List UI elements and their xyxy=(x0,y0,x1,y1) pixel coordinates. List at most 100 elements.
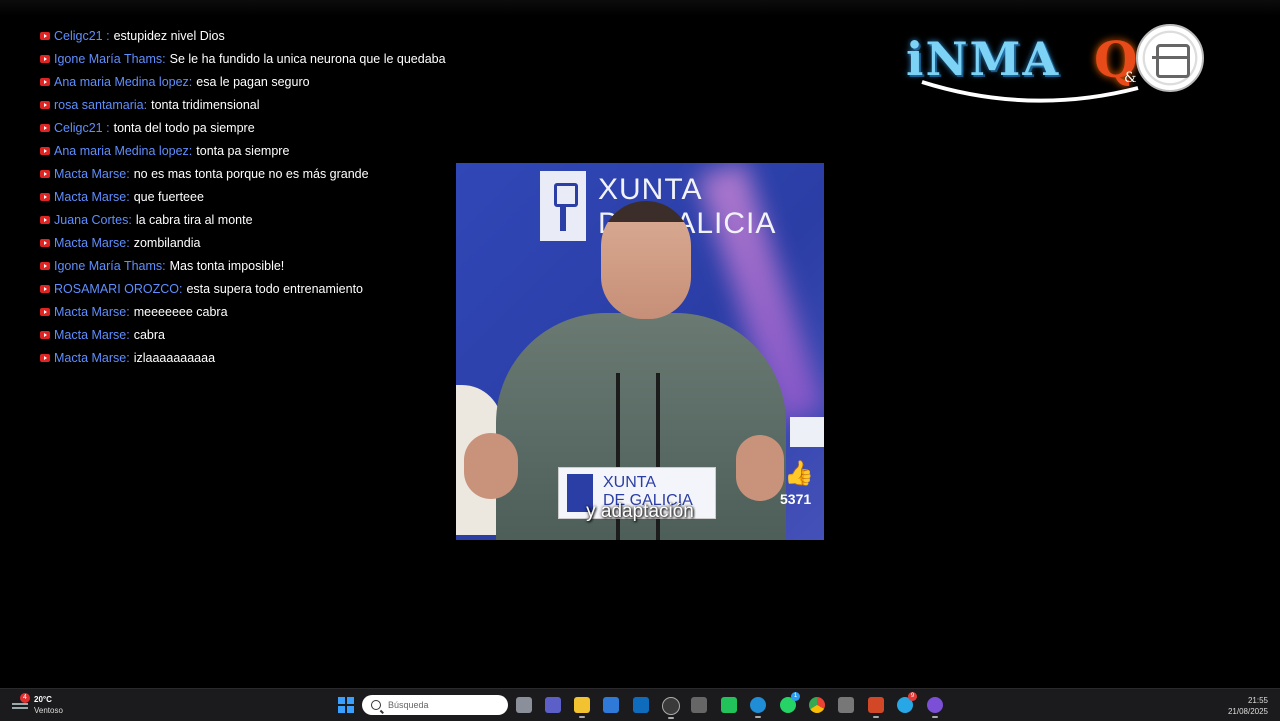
app-cube-icon[interactable] xyxy=(691,697,707,713)
chat-text: estupidez nivel Dios xyxy=(113,28,225,43)
window-top-edge xyxy=(0,0,1280,16)
chat-message: Juana Cortes: la cabra tira al monte xyxy=(40,208,460,231)
xunta-emblem-icon xyxy=(540,171,586,241)
chat-text: cabra xyxy=(133,327,165,342)
chat-message: Macta Marse: no es mas tonta porque no es… xyxy=(40,162,460,185)
search-placeholder: Búsqueda xyxy=(388,700,429,710)
chat-message: Macta Marse: izlaaaaaaaaaa xyxy=(40,346,460,369)
chat-message: Ana maria Medina lopez: esa le pagan segu… xyxy=(40,70,460,93)
chat-author: Juana Cortes: xyxy=(54,212,132,227)
powerpoint-icon[interactable] xyxy=(868,697,884,718)
weather-temp: 20°C xyxy=(34,695,52,704)
telegram-badge: 9 xyxy=(908,692,917,701)
chat-author: Macta Marse: xyxy=(54,304,130,319)
whatsapp-icon[interactable]: 1 xyxy=(780,692,800,713)
youtube-icon xyxy=(40,77,50,86)
camtasia-icon[interactable] xyxy=(721,697,737,713)
youtube-icon xyxy=(40,353,50,362)
chat-author: Celigc21 : xyxy=(54,28,110,43)
chat-message: Macta Marse: meeeeeee cabra xyxy=(40,300,460,323)
chat-text: meeeeeee cabra xyxy=(133,304,228,319)
chat-text: Se le ha fundido la unica neurona que le… xyxy=(169,51,446,66)
edge-icon[interactable] xyxy=(750,697,766,718)
inmaq-logo: iNMA Q & xyxy=(900,22,1210,106)
youtube-icon xyxy=(40,238,50,247)
speaker-left-hand xyxy=(464,433,518,499)
search-box[interactable]: Búsqueda xyxy=(362,695,508,715)
chat-author: Ana maria Medina lopez: xyxy=(54,74,193,89)
youtube-icon xyxy=(40,54,50,63)
chat-author: Igone María Thams: xyxy=(54,51,166,66)
clock-date: 21/08/2025 xyxy=(1227,707,1268,716)
youtube-icon xyxy=(40,192,50,201)
chat-message: Igone María Thams: Mas tonta imposible! xyxy=(40,254,460,277)
weather-badge: 4 xyxy=(20,693,30,703)
obs-icon[interactable] xyxy=(927,697,943,718)
clock-time: 21:55 xyxy=(1247,696,1268,705)
chat-author: ROSAMARI OROZCO: xyxy=(54,281,183,296)
chat-text: esa le pagan seguro xyxy=(196,74,310,89)
telegram-icon[interactable]: 9 xyxy=(897,692,917,713)
chat-text: zombilandia xyxy=(133,235,201,250)
video-player[interactable]: XUNTA DE GALICIA XUNTA DE GALICIA y adap… xyxy=(456,163,824,540)
chat-author: Macta Marse: xyxy=(54,235,130,250)
chat-author: Macta Marse: xyxy=(54,166,130,181)
youtube-icon xyxy=(40,261,50,270)
youtube-icon xyxy=(40,215,50,224)
taskbar: 4 20°C Ventoso Búsqueda 1 9 21:55 21/08/… xyxy=(0,688,1280,721)
system-clock[interactable]: 21:55 21/08/2025 xyxy=(1228,695,1268,717)
video-caption: y adaptación xyxy=(586,501,694,522)
chat-message: ROSAMARI OROZCO: esta supera todo entrena… xyxy=(40,277,460,300)
wind-icon: 4 xyxy=(12,693,30,713)
speaker-head xyxy=(601,201,691,319)
thumbs-up-icon[interactable]: 👍 xyxy=(784,459,814,488)
outlook-icon[interactable] xyxy=(633,697,649,713)
youtube-icon xyxy=(40,330,50,339)
chat-message: rosa santamaria: tonta tridimensional xyxy=(40,93,460,116)
chat-author: rosa santamaria: xyxy=(54,97,148,112)
chat-author: Macta Marse: xyxy=(54,327,130,342)
live-chat-overlay: Celigc21 : estupidez nivel Dios Igone Marí… xyxy=(40,24,460,369)
podium-line1: XUNTA xyxy=(603,474,657,491)
chat-text: tonta del todo pa siempre xyxy=(113,120,255,135)
weather-widget[interactable]: 4 20°C Ventoso xyxy=(12,693,63,716)
weather-text: 20°C Ventoso xyxy=(34,694,63,716)
chat-author: Macta Marse: xyxy=(54,350,130,365)
youtube-icon xyxy=(40,307,50,316)
chat-author: Ana maria Medina lopez: xyxy=(54,143,193,158)
task-view-icon[interactable] xyxy=(516,697,532,713)
settings-icon[interactable] xyxy=(838,697,854,713)
chat-text: la cabra tira al monte xyxy=(135,212,253,227)
file-explorer-icon[interactable] xyxy=(574,697,590,718)
like-count: 5371 xyxy=(780,491,812,507)
chat-text: izlaaaaaaaaaa xyxy=(133,350,216,365)
side-sign xyxy=(790,417,824,447)
capture-icon[interactable] xyxy=(662,697,680,719)
backdrop-line1: XUNTA xyxy=(598,173,703,206)
logo-swoosh xyxy=(921,80,1139,103)
chat-message: Macta Marse: que fuerteee xyxy=(40,185,460,208)
chat-message: Celigc21 : estupidez nivel Dios xyxy=(40,24,460,47)
youtube-icon xyxy=(40,284,50,293)
chat-text: que fuerteee xyxy=(133,189,204,204)
youtube-icon xyxy=(40,123,50,132)
chat-message: Macta Marse: zombilandia xyxy=(40,231,460,254)
chat-message: Celigc21 : tonta del todo pa siempre xyxy=(40,116,460,139)
chat-author: Celigc21 : xyxy=(54,120,110,135)
chat-author: Igone María Thams: xyxy=(54,258,166,273)
whatsapp-badge: 1 xyxy=(791,692,800,701)
youtube-icon xyxy=(40,31,50,40)
chat-text: Mas tonta imposible! xyxy=(169,258,285,273)
chat-text: no es mas tonta porque no es más grande xyxy=(133,166,369,181)
chat-message: Ana maria Medina lopez: tonta pa siempre xyxy=(40,139,460,162)
start-windows-icon[interactable] xyxy=(338,697,354,713)
teams-icon[interactable] xyxy=(545,697,561,713)
search-icon xyxy=(371,700,381,710)
store-icon[interactable] xyxy=(603,697,619,713)
chat-text: tonta pa siempre xyxy=(196,143,290,158)
chrome-icon[interactable] xyxy=(809,697,825,713)
speaker-right-hand xyxy=(736,435,784,501)
seal-icon xyxy=(1136,24,1204,92)
youtube-icon xyxy=(40,169,50,178)
chat-author: Macta Marse: xyxy=(54,189,130,204)
